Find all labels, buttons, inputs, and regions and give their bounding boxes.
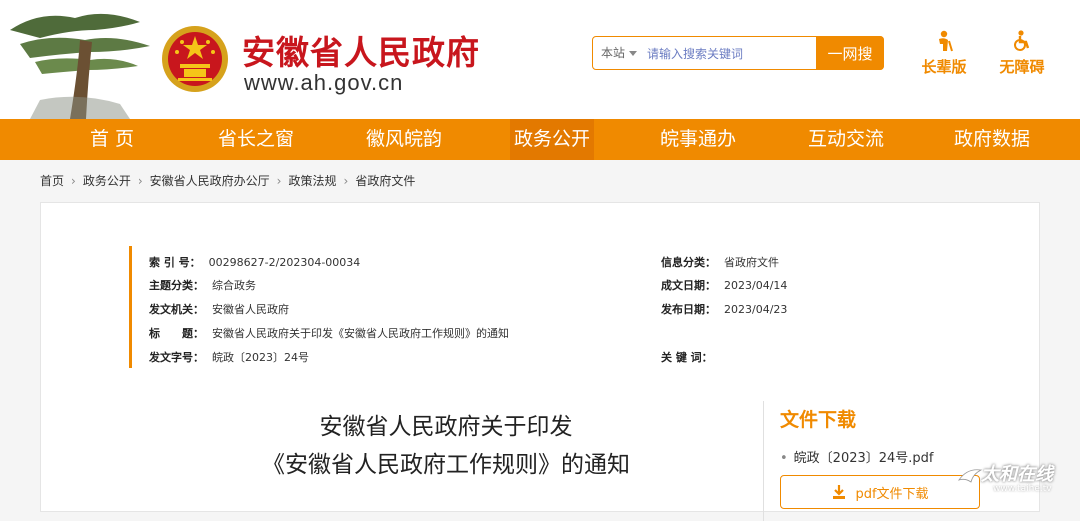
- breadcrumb-separator: ›: [276, 174, 282, 188]
- breadcrumb-separator: ›: [137, 174, 143, 188]
- meta-value: 2023/04/23: [724, 303, 788, 316]
- breadcrumb-separator: ›: [71, 174, 76, 188]
- site-header: 安徽省人民政府 www.ah.gov.cn 本站 一网搜 长辈版 无障碍: [0, 0, 1080, 119]
- site-title: 安徽省人民政府: [242, 33, 480, 72]
- meta-value: 00298627-2/202304-00034: [208, 256, 361, 269]
- meta-label: 标 题：: [149, 327, 204, 340]
- meta-label: 信息分类：: [661, 256, 716, 269]
- meta-value: 2023/04/14: [724, 279, 788, 292]
- document-title: 安徽省人民政府关于印发 《安徽省人民政府工作规则》的通知: [186, 408, 706, 484]
- search-button[interactable]: 一网搜: [816, 36, 884, 70]
- breadcrumb-item-office[interactable]: 安徽省人民政府办公厅: [150, 174, 270, 188]
- pdf-download-button[interactable]: pdf文件下载: [780, 475, 980, 509]
- elder-mode-label: 长辈版: [921, 58, 967, 76]
- national-emblem-logo: [162, 26, 228, 92]
- meta-value: 省政府文件: [724, 256, 779, 269]
- document-meta: 索 引 号： 00298627-2/202304-00034 主题分类： 综合政务 …: [129, 246, 952, 368]
- meta-created-date: 成文日期： 2023/04/14: [661, 277, 787, 293]
- nav-item-home[interactable]: 首 页: [90, 119, 134, 160]
- search-bar: 本站 一网搜: [592, 36, 884, 70]
- accessibility-label: 无障碍: [999, 58, 1045, 76]
- meta-label: 关 键 词：: [661, 351, 713, 364]
- breadcrumb-item-policy[interactable]: 政策法规: [288, 174, 336, 188]
- meta-doc-no: 发文字号： 皖政〔2023〕24号: [149, 349, 309, 365]
- document-card: 索 引 号： 00298627-2/202304-00034 主题分类： 综合政务 …: [40, 202, 1040, 521]
- nav-item-culture[interactable]: 徽风皖韵: [366, 119, 442, 160]
- meta-label: 主题分类：: [149, 279, 204, 292]
- accessibility-button[interactable]: 无障碍: [992, 30, 1052, 77]
- meta-published-date: 发布日期： 2023/04/23: [661, 301, 787, 317]
- breadcrumb-separator: ›: [343, 174, 349, 188]
- meta-value: 安徽省人民政府: [212, 303, 289, 316]
- nav-item-gov-affairs[interactable]: 政务公开: [510, 119, 595, 160]
- breadcrumb-item-gov-affairs[interactable]: 政务公开: [83, 174, 131, 188]
- meta-keywords: 关 键 词：: [661, 349, 721, 365]
- document-title-line-2: 《安徽省人民政府工作规则》的通知: [262, 452, 630, 478]
- nav-item-services[interactable]: 皖事通办: [660, 119, 736, 160]
- bird-icon: [958, 469, 983, 483]
- download-file-link[interactable]: 皖政〔2023〕24号.pdf: [780, 447, 934, 466]
- search-scope-select[interactable]: 本站: [601, 37, 625, 69]
- site-watermark: 太和在线 www.taihe.tv: [955, 456, 1080, 502]
- watermark-url: www.taihe.tv: [993, 484, 1052, 494]
- site-url: www.ah.gov.cn: [244, 70, 404, 95]
- elder-icon: [939, 30, 953, 52]
- meta-value: 安徽省人民政府关于印发《安徽省人民政府工作规则》的通知: [212, 327, 509, 340]
- meta-index-no: 索 引 号： 00298627-2/202304-00034: [149, 254, 360, 270]
- search-input[interactable]: [645, 41, 819, 67]
- chevron-down-icon[interactable]: [629, 51, 637, 56]
- download-icon: [833, 485, 846, 499]
- download-heading: 文件下载: [780, 409, 857, 431]
- meta-issuer: 发文机关： 安徽省人民政府: [149, 301, 289, 317]
- watermark-text: 太和在线: [981, 464, 1053, 485]
- meta-label: 索 引 号：: [149, 256, 201, 269]
- meta-value: 皖政〔2023〕24号: [212, 351, 309, 364]
- meta-value: 综合政务: [212, 279, 256, 292]
- document-title-line-1: 安徽省人民政府关于印发: [319, 414, 573, 440]
- breadcrumb-item-home[interactable]: 首页: [40, 174, 64, 188]
- meta-info-category: 信息分类： 省政府文件: [661, 254, 779, 270]
- nav-item-governor[interactable]: 省长之窗: [218, 119, 294, 160]
- pine-tree-logo: [10, 13, 150, 119]
- nav-item-data[interactable]: 政府数据: [954, 119, 1030, 160]
- meta-label: 发布日期：: [661, 303, 716, 316]
- wheelchair-icon: [1014, 30, 1030, 51]
- meta-label: 成文日期：: [661, 279, 716, 292]
- pdf-download-label: pdf文件下载: [855, 486, 929, 502]
- breadcrumb-item-docs[interactable]: 省政府文件: [355, 174, 415, 188]
- nav-item-interaction[interactable]: 互动交流: [808, 119, 884, 160]
- meta-label: 发文字号：: [149, 351, 204, 364]
- meta-topic: 主题分类： 综合政务: [149, 277, 256, 293]
- meta-title: 标 题： 安徽省人民政府关于印发《安徽省人民政府工作规则》的通知: [149, 325, 509, 341]
- breadcrumb: 首页 › 政务公开 › 安徽省人民政府办公厅 › 政策法规 › 省政府文件: [40, 172, 415, 189]
- main-nav: 首 页 省长之窗 徽风皖韵 政务公开 皖事通办 互动交流 政府数据: [0, 119, 1080, 160]
- elder-mode-button[interactable]: 长辈版: [914, 30, 974, 77]
- meta-label: 发文机关：: [149, 303, 204, 316]
